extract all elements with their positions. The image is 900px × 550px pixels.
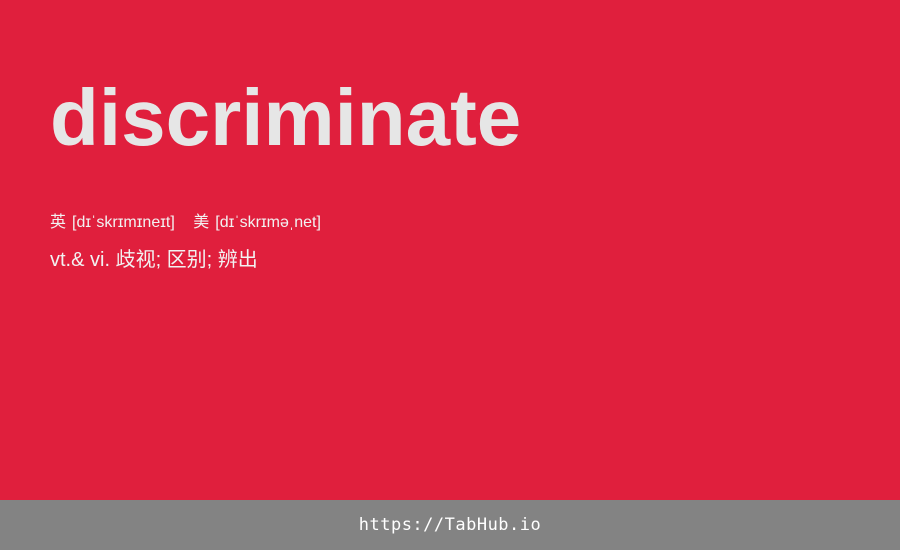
phonetic-uk-ipa: [dɪˈskrɪmɪneɪt]	[72, 214, 175, 231]
tabhub-link[interactable]: https://TabHub.io	[359, 515, 542, 535]
phonetic-us-ipa: [dɪˈskrɪməˌnet]	[215, 214, 321, 231]
phonetic-uk-region: 英	[50, 214, 67, 231]
definition: vt.& vi. 歧视; 区别; 辨出	[50, 249, 258, 271]
phonetic-uk: 英 [dɪˈskrɪmɪneɪt]	[50, 214, 179, 231]
word-card: discriminate 英 [dɪˈskrɪmɪneɪt] 美 [dɪˈskrɪm…	[0, 0, 900, 500]
phonetic-us: 美 [dɪˈskrɪməˌnet]	[193, 214, 321, 231]
headword: discriminate	[50, 73, 522, 162]
phonetics-row: 英 [dɪˈskrɪmɪneɪt] 美 [dɪˈskrɪməˌnet]	[50, 212, 321, 234]
phonetic-us-region: 美	[193, 214, 210, 231]
footer-bar: https://TabHub.io	[0, 500, 900, 550]
